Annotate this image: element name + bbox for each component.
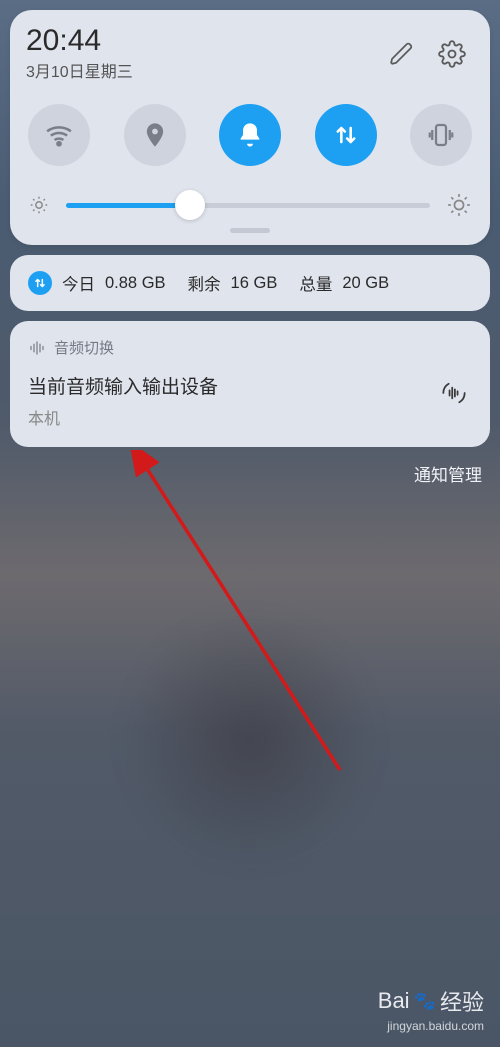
watermark-url: jingyan.baidu.com	[378, 1019, 484, 1033]
time-block[interactable]: 20:44 3月10日星期三	[26, 26, 374, 82]
brightness-low-icon	[28, 194, 50, 216]
watermark-brand-suffix: 经验	[440, 985, 484, 1017]
today-value: 0.88 GB	[105, 274, 166, 293]
remain-value: 16 GB	[231, 274, 278, 293]
edit-icon[interactable]	[380, 32, 424, 76]
audio-switch-action-icon[interactable]	[436, 375, 472, 411]
clock-date: 3月10日星期三	[26, 58, 374, 82]
audio-switch-notification[interactable]: 音频切换 当前音频输入输出设备 本机	[10, 321, 490, 447]
remain-label: 剩余	[188, 271, 221, 295]
today-label: 今日	[62, 271, 95, 295]
vibrate-toggle[interactable]	[410, 104, 472, 166]
brightness-thumb[interactable]	[175, 190, 205, 220]
brightness-fill	[66, 203, 190, 208]
wallpaper-blur	[120, 610, 380, 870]
data-usage-card[interactable]: 今日 0.88 GB 剩余 16 GB 总量 20 GB	[10, 255, 490, 311]
wifi-toggle[interactable]	[28, 104, 90, 166]
watermark-brand-prefix: Bai	[378, 988, 410, 1014]
audio-bars-icon	[28, 339, 46, 357]
total-value: 20 GB	[342, 274, 389, 293]
notification-manage-link[interactable]: 通知管理	[0, 461, 482, 486]
mobile-data-toggle[interactable]	[315, 104, 377, 166]
total-label: 总量	[299, 271, 332, 295]
clock-time: 20:44	[26, 26, 374, 56]
brightness-high-icon	[446, 192, 472, 218]
settings-icon[interactable]	[430, 32, 474, 76]
toggle-row	[28, 104, 472, 166]
brightness-track[interactable]	[66, 203, 430, 208]
notifications-toggle[interactable]	[219, 104, 281, 166]
watermark: Bai 🐾 经验 jingyan.baidu.com	[378, 985, 484, 1033]
notification-app-name: 音频切换	[54, 337, 114, 358]
paw-icon: 🐾	[414, 991, 436, 1012]
panel-drag-handle[interactable]	[230, 228, 270, 233]
notification-app-header: 音频切换	[28, 337, 472, 358]
brightness-slider[interactable]	[28, 192, 472, 218]
notification-subtitle: 本机	[28, 405, 472, 429]
location-toggle[interactable]	[124, 104, 186, 166]
quick-settings-panel: 20:44 3月10日星期三	[10, 10, 490, 245]
notification-title: 当前音频输入输出设备	[28, 372, 472, 399]
qs-header: 20:44 3月10日星期三	[26, 26, 474, 82]
mobile-data-icon	[28, 271, 52, 295]
